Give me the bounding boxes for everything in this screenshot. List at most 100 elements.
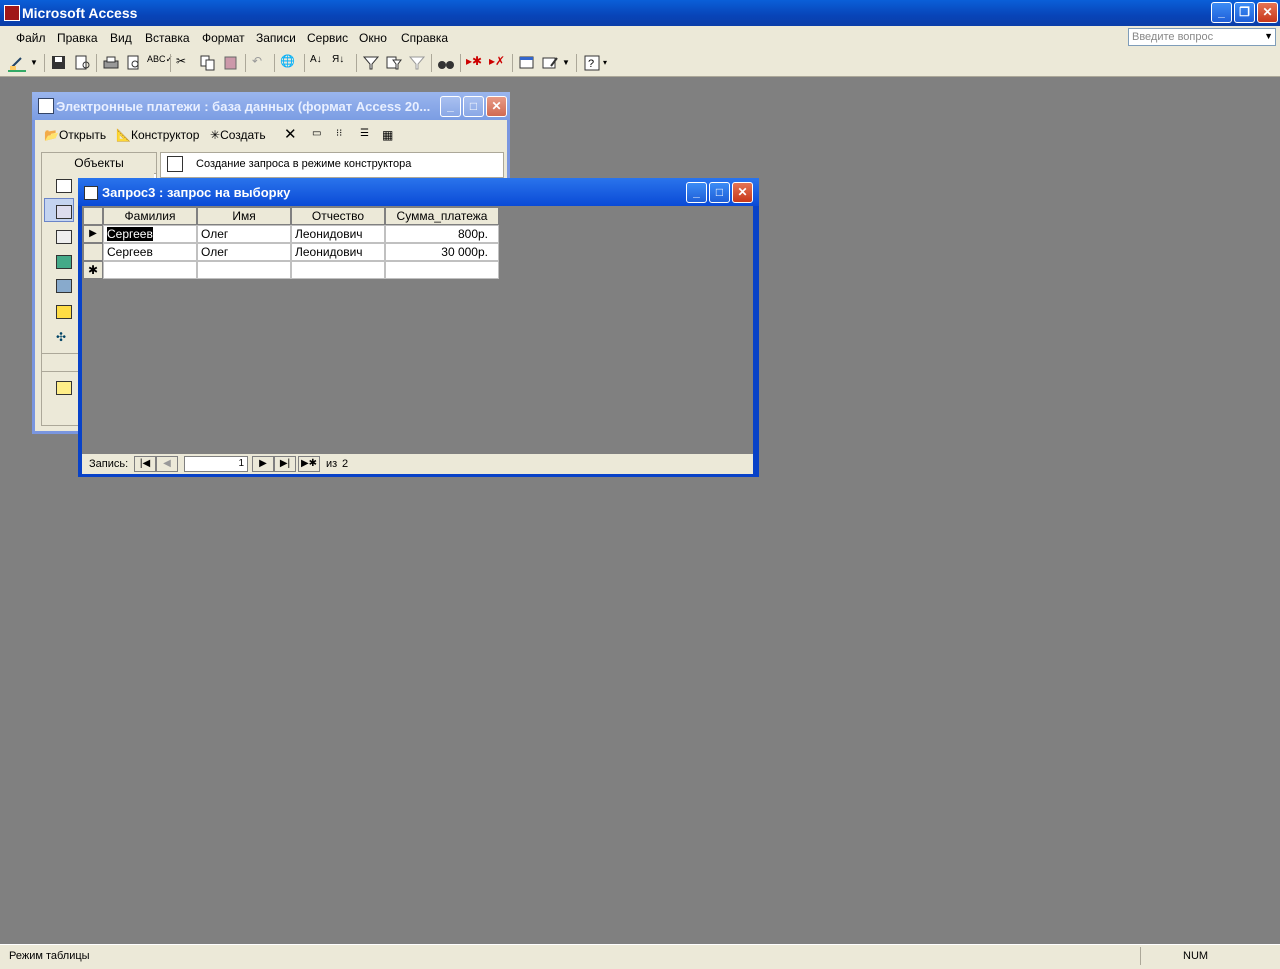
delete-icon[interactable]: ✕	[284, 125, 297, 143]
column-header-payment-sum[interactable]: Сумма_платежа	[385, 207, 499, 225]
print-icon[interactable]	[102, 54, 120, 72]
new-record-button[interactable]: ▶✱	[298, 456, 320, 472]
table-cell[interactable]	[103, 261, 197, 279]
dropdown-arrow-icon[interactable]: ▼	[30, 58, 48, 76]
tables-icon[interactable]	[56, 179, 72, 193]
current-record-icon[interactable]: ▶	[83, 225, 103, 243]
table-cell[interactable]: 30 000р.	[385, 243, 499, 261]
svg-text:?: ?	[588, 58, 594, 70]
filter-selection-icon[interactable]	[362, 54, 380, 72]
groups-icon[interactable]	[56, 381, 72, 395]
query-close-button[interactable]: ✕	[732, 182, 753, 203]
record-number-input[interactable]: 1	[184, 456, 248, 472]
close-button[interactable]: ✕	[1257, 2, 1278, 23]
database-window-title-bar[interactable]: Электронные платежи : база данных (форма…	[32, 92, 510, 120]
row-selector[interactable]	[83, 243, 103, 261]
toolbar-options-icon[interactable]: ▾	[603, 58, 621, 76]
column-header-name[interactable]: Имя	[197, 207, 291, 225]
spelling-icon[interactable]: ABC✓	[147, 54, 173, 72]
table-cell[interactable]: Олег	[197, 243, 291, 261]
table-cell[interactable]	[385, 261, 499, 279]
forms-icon[interactable]	[56, 230, 72, 244]
create-icon: ✳	[210, 128, 221, 142]
query-minimize-button[interactable]: _	[686, 182, 707, 203]
ask-question-input[interactable]: Введите вопрос ▼	[1128, 28, 1276, 46]
menu-records[interactable]: Записи	[256, 31, 296, 45]
database-window-icon[interactable]	[518, 54, 536, 72]
status-divider	[1140, 947, 1141, 965]
new-record-icon[interactable]: ▸✱	[466, 54, 484, 72]
help-icon[interactable]: ?	[583, 54, 601, 72]
sort-descending-icon[interactable]: Я↓	[332, 54, 350, 72]
pages-icon[interactable]	[56, 279, 72, 293]
menu-help[interactable]: Справка	[401, 31, 448, 45]
small-icons-icon[interactable]: ⁝⁝	[336, 128, 342, 139]
list-view-icon[interactable]: ☰	[360, 128, 369, 139]
large-icons-icon[interactable]: ▭	[312, 128, 321, 139]
table-cell[interactable]	[197, 261, 291, 279]
menu-format[interactable]: Формат	[202, 31, 245, 45]
details-view-icon[interactable]: ▦	[382, 128, 393, 142]
copy-icon[interactable]	[199, 54, 217, 72]
cut-icon[interactable]: ✂	[176, 54, 194, 72]
menu-insert[interactable]: Вставка	[145, 31, 190, 45]
filter-form-icon[interactable]	[385, 54, 403, 72]
menu-file[interactable]: Файл	[16, 31, 46, 45]
table-cell[interactable]: Сергеев	[103, 225, 197, 243]
table-cell[interactable]: Олег	[197, 225, 291, 243]
macros-icon[interactable]	[56, 305, 72, 319]
dropdown-arrow-icon[interactable]: ▼	[562, 58, 580, 76]
db-close-button[interactable]: ✕	[486, 96, 507, 117]
corner-selector[interactable]	[83, 207, 103, 225]
reports-icon[interactable]	[56, 255, 72, 269]
previous-record-button[interactable]: ◀	[156, 456, 178, 472]
table-cell[interactable]: Леонидович	[291, 225, 385, 243]
open-button[interactable]: 📂Открыть	[44, 128, 106, 142]
modules-icon[interactable]: ✣	[56, 330, 70, 344]
hyperlink-icon[interactable]: 🌐	[280, 54, 298, 72]
column-header-patronymic[interactable]: Отчество	[291, 207, 385, 225]
query-maximize-button[interactable]: □	[709, 182, 730, 203]
next-record-button[interactable]: ▶	[252, 456, 274, 472]
database-icon	[38, 98, 54, 114]
create-query-design-item[interactable]: Создание запроса в режиме конструктора	[196, 158, 411, 170]
new-record-row-icon[interactable]: ✱	[83, 261, 103, 279]
objects-list: Создание запроса в режиме конструктора	[160, 152, 504, 178]
apply-filter-icon[interactable]	[408, 54, 426, 72]
create-button[interactable]: ✳Создать	[210, 128, 266, 142]
find-binoculars-icon[interactable]	[437, 54, 455, 72]
table-cell[interactable]	[291, 261, 385, 279]
query-window-title-bar[interactable]: Запрос3 : запрос на выборку _ □ ✕	[78, 178, 759, 206]
print-preview-icon[interactable]	[125, 54, 143, 72]
restore-button[interactable]: ❐	[1234, 2, 1255, 23]
sort-ascending-icon[interactable]: A↓	[310, 54, 328, 72]
menu-bar: Файл Правка Вид Вставка Формат Записи Се…	[0, 26, 1280, 51]
menu-edit[interactable]: Правка	[57, 31, 98, 45]
table-cell[interactable]: Леонидович	[291, 243, 385, 261]
table-cell[interactable]: 800р.	[385, 225, 499, 243]
file-search-icon[interactable]	[74, 54, 92, 72]
menu-window[interactable]: Окно	[359, 31, 387, 45]
column-header-surname[interactable]: Фамилия	[103, 207, 197, 225]
undo-icon[interactable]: ↶	[252, 54, 270, 72]
last-record-button[interactable]: ▶|	[274, 456, 296, 472]
delete-record-icon[interactable]: ▸✗	[489, 54, 507, 72]
save-icon[interactable]	[50, 54, 68, 72]
menu-tools[interactable]: Сервис	[307, 31, 348, 45]
db-minimize-button[interactable]: _	[440, 96, 461, 117]
minimize-button[interactable]: _	[1211, 2, 1232, 23]
app-title-bar: Microsoft Access _ ❐ ✕	[0, 0, 1280, 26]
new-object-icon[interactable]	[541, 54, 559, 72]
paste-icon[interactable]	[222, 54, 240, 72]
table-cell[interactable]: Сергеев	[103, 243, 197, 261]
design-button[interactable]: 📐Конструктор	[116, 128, 199, 142]
status-bar: Режим таблицы NUM	[0, 944, 1280, 969]
first-record-button[interactable]: |◀	[134, 456, 156, 472]
chevron-down-icon[interactable]: ▼	[1264, 31, 1273, 41]
db-maximize-button[interactable]: □	[463, 96, 484, 117]
queries-icon[interactable]	[56, 205, 72, 219]
record-total: 2	[342, 458, 349, 470]
record-of-label: из	[326, 458, 338, 470]
menu-view[interactable]: Вид	[110, 31, 132, 45]
view-icon[interactable]	[8, 54, 26, 72]
